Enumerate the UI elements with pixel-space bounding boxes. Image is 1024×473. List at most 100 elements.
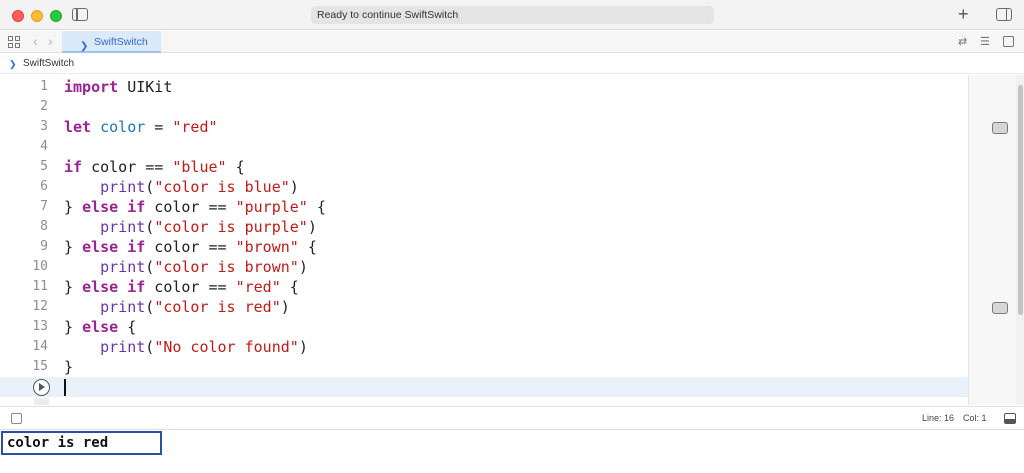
code-text: let color = "red" <box>64 117 218 137</box>
code-token: else if <box>82 278 146 296</box>
run-play-icon[interactable] <box>33 379 50 396</box>
line-number: 11 <box>32 279 48 294</box>
show-result-icon[interactable] <box>992 302 1008 314</box>
code-text: } <box>64 357 73 377</box>
code-token: { <box>307 198 326 216</box>
code-token: "color is blue" <box>154 178 290 196</box>
sidebar-toggle-icon[interactable] <box>72 8 88 21</box>
code-token: ) <box>298 338 308 356</box>
code-line[interactable]: 7} else if color == "purple" { <box>0 197 968 217</box>
code-token: { <box>280 278 299 296</box>
code-line[interactable]: 13} else { <box>0 317 968 337</box>
add-icon[interactable]: + <box>958 3 969 25</box>
code-text: import UIKit <box>64 77 172 97</box>
code-text: print("color is brown") <box>64 257 308 277</box>
code-text: if color == "blue" { <box>64 157 245 177</box>
code-line[interactable]: 3 let color = "red" <box>0 117 968 137</box>
line-number: 3 <box>40 119 48 134</box>
code-token: color == <box>145 198 236 216</box>
code-token: "No color found" <box>154 338 299 356</box>
close-window-button[interactable] <box>12 10 24 22</box>
code-line[interactable]: 12 print("color is red") <box>0 297 968 317</box>
line-number: 1 <box>40 79 48 94</box>
code-token: } <box>64 198 83 216</box>
activity-status: Ready to continue SwiftSwitch <box>311 6 714 24</box>
code-line[interactable]: 2 <box>0 97 968 117</box>
minimize-window-button[interactable] <box>31 10 43 22</box>
inspector-toggle-icon[interactable] <box>996 8 1012 21</box>
tab-label: SwiftSwitch <box>94 36 148 48</box>
code-text: } else { <box>64 317 136 337</box>
breadcrumb: ❯ SwiftSwitch <box>0 54 1024 74</box>
code-token: { <box>298 238 317 256</box>
code-token: "color is brown" <box>154 258 299 276</box>
code-token: "red" <box>235 278 281 296</box>
code-token: ( <box>145 178 155 196</box>
code-token: if <box>64 158 83 176</box>
back-arrow-icon[interactable]: ‹ <box>33 33 38 49</box>
code-line[interactable]: 5 if color == "blue" { <box>0 157 968 177</box>
code-token: = <box>145 118 173 136</box>
code-token: } <box>64 358 74 376</box>
code-text: print("No color found") <box>64 337 308 357</box>
editor-options-icon[interactable]: ☰ <box>980 35 990 49</box>
code-line[interactable]: 10 print("color is brown") <box>0 257 968 277</box>
line-number: 7 <box>40 199 48 214</box>
show-result-icon[interactable] <box>992 122 1008 134</box>
code-token: else <box>82 318 119 336</box>
scrollbar-thumb[interactable] <box>1018 85 1023 315</box>
code-token: ( <box>145 218 155 236</box>
code-editor[interactable]: 1 import UIKit 2 3 let color = "red" 4 5 if col… <box>0 75 968 405</box>
code-token: color == <box>82 158 173 176</box>
code-token: { <box>118 318 137 336</box>
breadcrumb-item-swiftswitch[interactable]: SwiftSwitch <box>23 54 74 74</box>
code-token: } <box>64 318 83 336</box>
swap-editor-icon[interactable]: ⇄ <box>958 35 967 49</box>
status-bar: Line: 16 Col: 1 <box>0 406 1024 430</box>
code-token: color == <box>145 238 236 256</box>
console-toggle-icon[interactable] <box>1004 413 1016 424</box>
swift-file-icon: ❯ <box>9 59 17 69</box>
line-number: 15 <box>32 359 48 374</box>
code-token: } <box>64 278 83 296</box>
code-token: "brown" <box>235 238 299 256</box>
code-token: ( <box>145 338 155 356</box>
code-token: "red" <box>172 118 218 136</box>
code-text: } else if color == "red" { <box>64 277 299 297</box>
code-token: print <box>100 338 146 356</box>
code-line[interactable]: 9} else if color == "brown" { <box>0 237 968 257</box>
line-number: 6 <box>40 179 48 194</box>
console-output-line: color is red <box>1 431 162 455</box>
hide-debug-checkbox[interactable] <box>11 413 22 424</box>
forward-arrow-icon[interactable]: › <box>48 33 53 49</box>
code-token: ) <box>289 178 299 196</box>
code-token: "color is purple" <box>154 218 308 236</box>
code-line[interactable]: 6 print("color is blue") <box>0 177 968 197</box>
code-token: ) <box>307 218 317 236</box>
code-token: print <box>100 298 146 316</box>
code-line[interactable]: 4 <box>0 137 968 157</box>
line-number: 9 <box>40 239 48 254</box>
zoom-window-button[interactable] <box>50 10 62 22</box>
code-token: color == <box>145 278 236 296</box>
code-token: ( <box>145 258 155 276</box>
line-number: 12 <box>32 299 48 314</box>
add-editor-icon[interactable] <box>1003 36 1014 47</box>
code-text: print("color is red") <box>64 297 290 317</box>
related-items-grid-icon[interactable] <box>8 36 20 48</box>
window-titlebar: Ready to continue SwiftSwitch + <box>0 0 1024 30</box>
code-token: color <box>100 118 146 136</box>
code-line[interactable]: 1 import UIKit <box>0 77 968 97</box>
code-token: let <box>64 118 92 136</box>
code-line[interactable]: 14 print("No color found") <box>0 337 968 357</box>
code-line[interactable]: 15} <box>0 357 968 377</box>
tab-swiftswitch[interactable]: ❯ SwiftSwitch <box>62 31 161 53</box>
console-area[interactable]: color is red <box>0 431 1024 473</box>
code-token: print <box>100 178 146 196</box>
code-line[interactable]: 8 print("color is purple") <box>0 217 968 237</box>
code-line[interactable]: 11} else if color == "red" { <box>0 277 968 297</box>
